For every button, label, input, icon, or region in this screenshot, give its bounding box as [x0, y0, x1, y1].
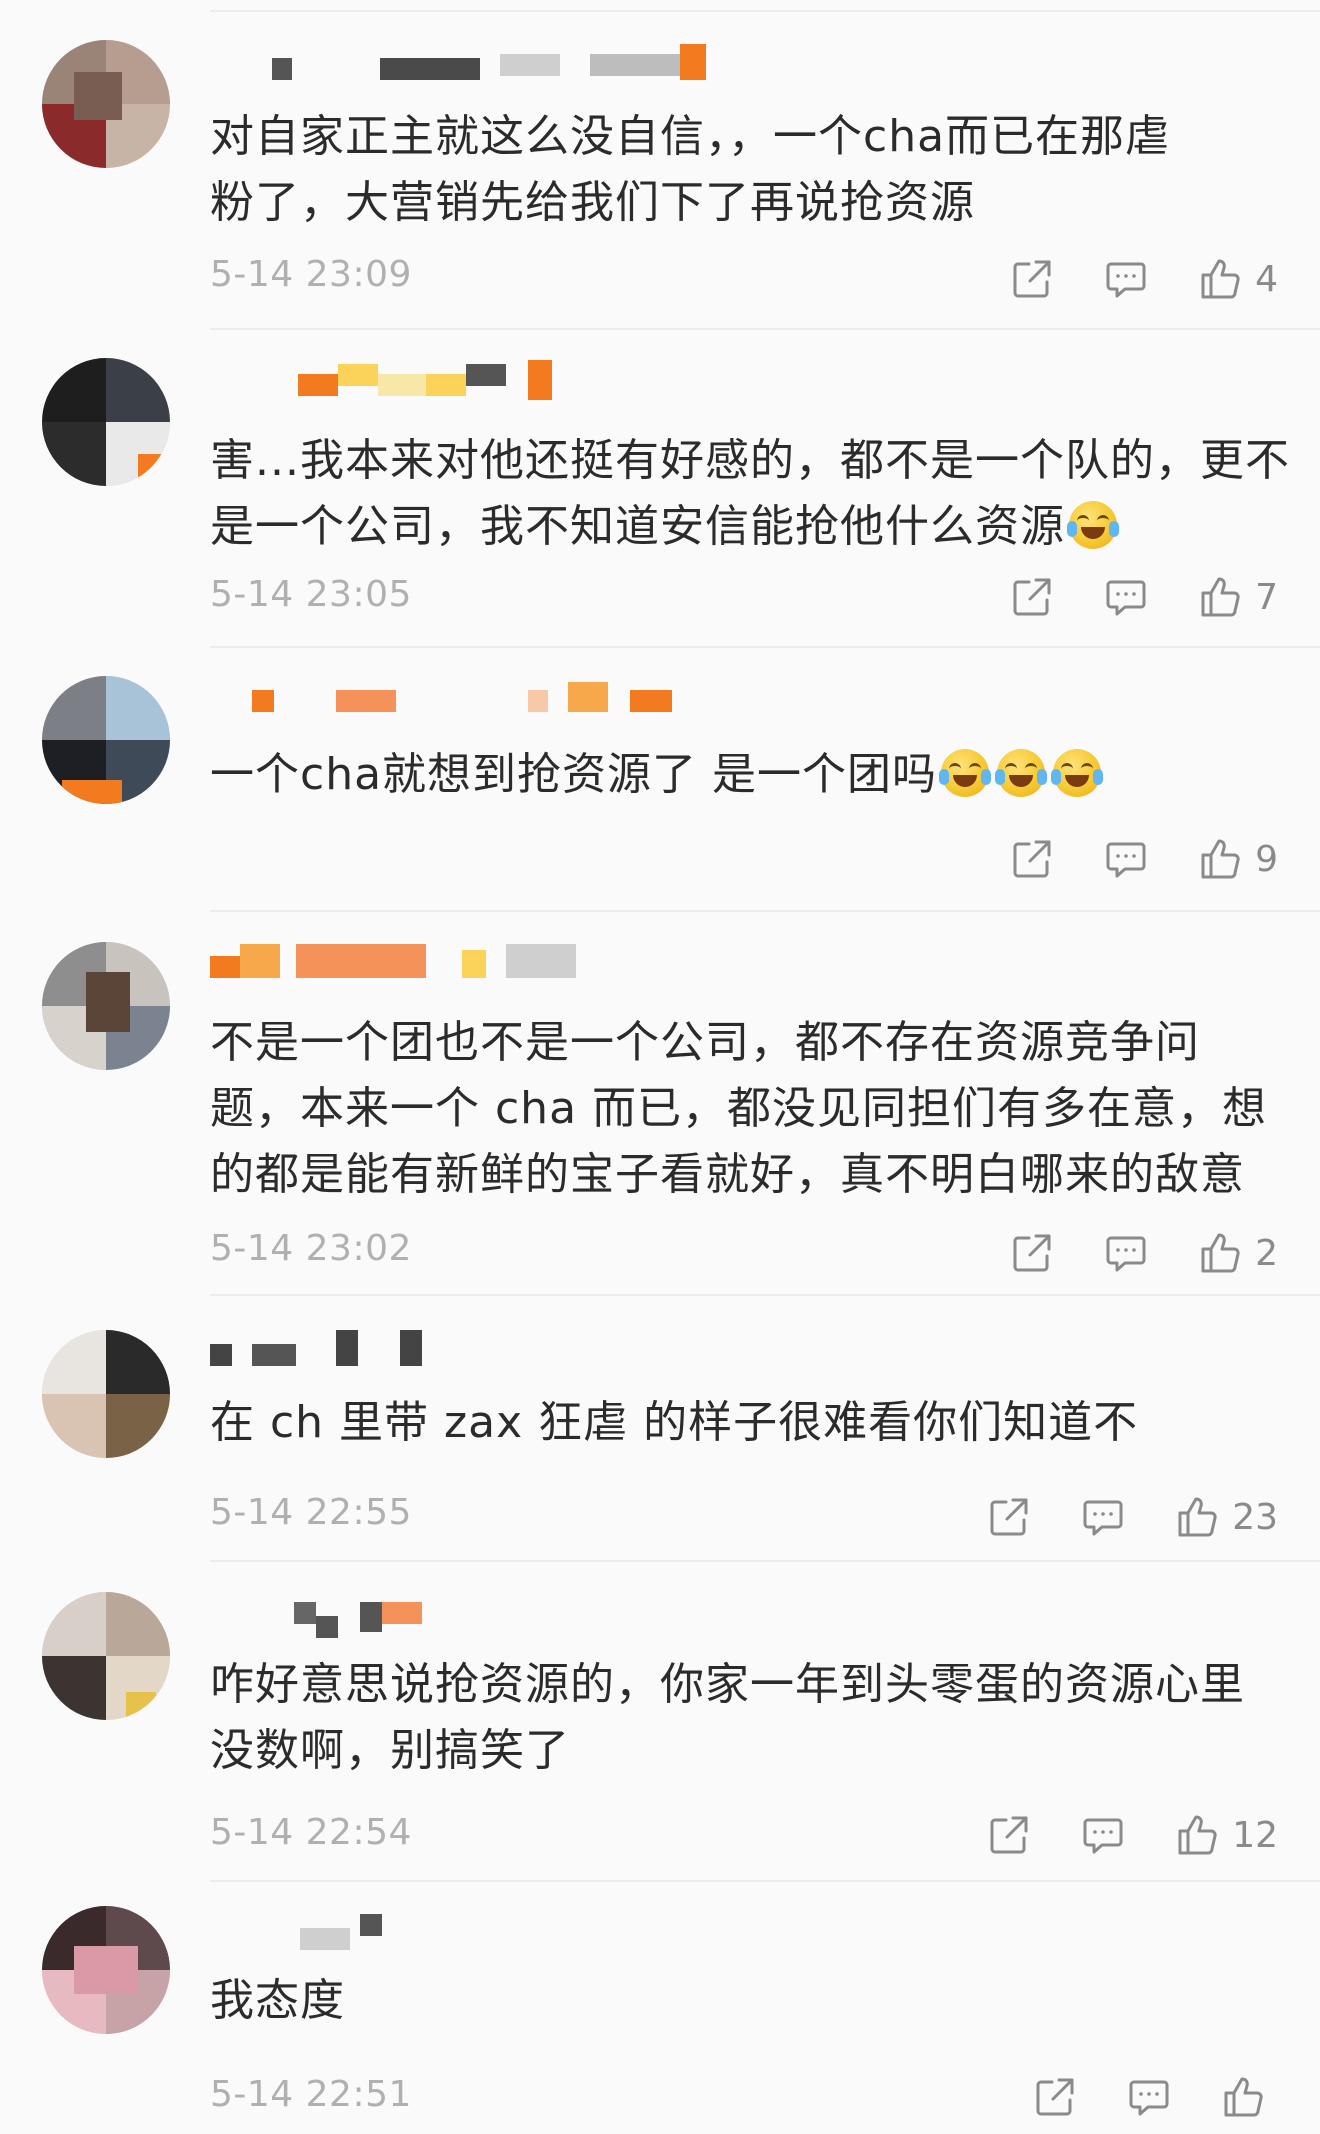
like-count: 23	[1232, 1496, 1278, 1538]
comment-actions: 7	[959, 570, 1278, 624]
thumbs-up-icon	[1176, 1813, 1220, 1857]
comment-item: 害...我本来对他还挺有好感的，都不是一个队的，更不 是一个公司，我不知道安信能…	[0, 330, 1320, 646]
comment-item: 我态度 5-14 22:51	[0, 1882, 1320, 2134]
comment-actions: 9	[959, 832, 1278, 886]
comment-button[interactable]	[1105, 576, 1147, 618]
laugh-cry-emoji-icon	[939, 749, 992, 797]
share-button[interactable]	[988, 1814, 1030, 1856]
comment-text: 不是一个团也不是一个公司，都不存在资源竞争问 题，本来一个 cha 而已，都没见…	[210, 1017, 1268, 1200]
laugh-cry-emoji-icon	[995, 749, 1048, 797]
comment-button[interactable]	[1082, 1496, 1124, 1538]
username-mosaic[interactable]	[210, 44, 730, 80]
avatar[interactable]	[42, 676, 170, 804]
comment-item: 在 ch 里带 zax 狂虐 的样子很难看你们知道不 5-14 22:55 23	[0, 1296, 1320, 1560]
username-mosaic[interactable]	[210, 676, 730, 712]
avatar[interactable]	[42, 1330, 170, 1458]
comment-bubble-icon	[1082, 1814, 1124, 1856]
laugh-cry-emoji-icon	[1051, 749, 1104, 797]
comment-text: 在 ch 里带 zax 狂虐 的样子很难看你们知道不	[210, 1397, 1139, 1448]
thumbs-up-icon	[1199, 257, 1243, 301]
comment-text: 害...我本来对他还挺有好感的，都不是一个队的，更不 是一个公司，我不知道安信能…	[210, 428, 1290, 560]
share-icon	[1011, 1232, 1053, 1274]
username-mosaic[interactable]	[210, 1596, 730, 1638]
avatar[interactable]	[42, 942, 170, 1070]
share-button[interactable]	[1011, 1232, 1053, 1274]
username-mosaic[interactable]	[210, 360, 730, 400]
share-icon	[1011, 258, 1053, 300]
username-mosaic[interactable]	[210, 942, 730, 978]
comment-time: 5-14 22:54	[210, 1812, 412, 1853]
like-button[interactable]: 12	[1176, 1813, 1278, 1857]
comment-time: 5-14 22:51	[210, 2074, 412, 2115]
share-icon	[1034, 2076, 1076, 2118]
avatar[interactable]	[42, 40, 170, 168]
comment-bubble-icon	[1128, 2076, 1170, 2118]
laugh-cry-emoji-icon	[1067, 501, 1119, 549]
share-button[interactable]	[1011, 258, 1053, 300]
comment-text: 对自家正主就这么没自信，，一个cha而已在那虐 粉了，大营销先给我们下了再说抢资…	[210, 111, 1171, 228]
like-button[interactable]: 23	[1176, 1495, 1278, 1539]
like-button[interactable]: 4	[1199, 257, 1278, 301]
comment-actions	[982, 2070, 1278, 2124]
comment-item: 咋好意思说抢资源的，你家一年到头零蛋的资源心里 没数啊，别搞笑了 5-14 22…	[0, 1562, 1320, 1880]
comment-button[interactable]	[1105, 1232, 1147, 1274]
thumbs-up-icon	[1199, 575, 1243, 619]
thumbs-up-icon	[1176, 1495, 1220, 1539]
comment-bubble-icon	[1105, 576, 1147, 618]
thumbs-up-icon	[1199, 837, 1243, 881]
comment-actions: 4	[959, 252, 1278, 306]
like-button[interactable]: 7	[1199, 575, 1278, 619]
comment-time: 5-14 22:55	[210, 1492, 412, 1533]
share-button[interactable]	[1011, 576, 1053, 618]
comment-text-body: 一个cha就想到抢资源了 是一个团吗	[210, 749, 938, 800]
share-icon	[1011, 576, 1053, 618]
comment-time: 5-14 23:05	[210, 574, 412, 615]
like-count: 7	[1255, 576, 1278, 618]
thumbs-up-icon	[1199, 1231, 1243, 1275]
comment-bubble-icon	[1105, 838, 1147, 880]
avatar[interactable]	[42, 1592, 170, 1720]
like-button[interactable]: 9	[1199, 837, 1278, 881]
share-button[interactable]	[1011, 838, 1053, 880]
comment-actions: 12	[936, 1808, 1278, 1862]
thumbs-up-icon	[1222, 2075, 1266, 2119]
share-icon	[988, 1814, 1030, 1856]
comment-text-body: 害...我本来对他还挺有好感的，都不是一个队的，更不 是一个公司，我不知道安信能…	[210, 435, 1290, 552]
comment-item: 不是一个团也不是一个公司，都不存在资源竞争问 题，本来一个 cha 而已，都没见…	[0, 912, 1320, 1294]
share-button[interactable]	[1034, 2076, 1076, 2118]
comment-button[interactable]	[1105, 838, 1147, 880]
comment-time: 5-14 23:09	[210, 254, 412, 295]
share-icon	[1011, 838, 1053, 880]
share-button[interactable]	[988, 1496, 1030, 1538]
like-count: 4	[1255, 258, 1278, 300]
username-mosaic[interactable]	[210, 1330, 730, 1366]
like-count: 9	[1255, 838, 1278, 880]
comment-item: 对自家正主就这么没自信，，一个cha而已在那虐 粉了，大营销先给我们下了再说抢资…	[0, 0, 1320, 322]
comment-button[interactable]	[1082, 1814, 1124, 1856]
like-button[interactable]: 2	[1199, 1231, 1278, 1275]
comment-text: 我态度	[210, 1975, 345, 2026]
comment-time: 5-14 23:02	[210, 1228, 412, 1269]
comment-text: 咋好意思说抢资源的，你家一年到头零蛋的资源心里 没数啊，别搞笑了	[210, 1659, 1245, 1776]
comment-actions: 23	[936, 1490, 1278, 1544]
comment-button[interactable]	[1128, 2076, 1170, 2118]
comment-bubble-icon	[1105, 1232, 1147, 1274]
avatar[interactable]	[42, 358, 170, 486]
comment-button[interactable]	[1105, 258, 1147, 300]
share-icon	[988, 1496, 1030, 1538]
username-mosaic[interactable]	[210, 1908, 730, 1950]
comment-bubble-icon	[1105, 258, 1147, 300]
like-count: 12	[1232, 1814, 1278, 1856]
avatar[interactable]	[42, 1906, 170, 2034]
comment-bubble-icon	[1082, 1496, 1124, 1538]
comment-item: 一个cha就想到抢资源了 是一个团吗 9	[0, 648, 1320, 910]
like-count: 2	[1255, 1232, 1278, 1274]
comment-feed: 对自家正主就这么没自信，，一个cha而已在那虐 粉了，大营销先给我们下了再说抢资…	[0, 0, 1320, 2134]
comment-text: 一个cha就想到抢资源了 是一个团吗	[210, 742, 1290, 808]
comment-actions: 2	[959, 1226, 1278, 1280]
like-button[interactable]	[1222, 2075, 1278, 2119]
